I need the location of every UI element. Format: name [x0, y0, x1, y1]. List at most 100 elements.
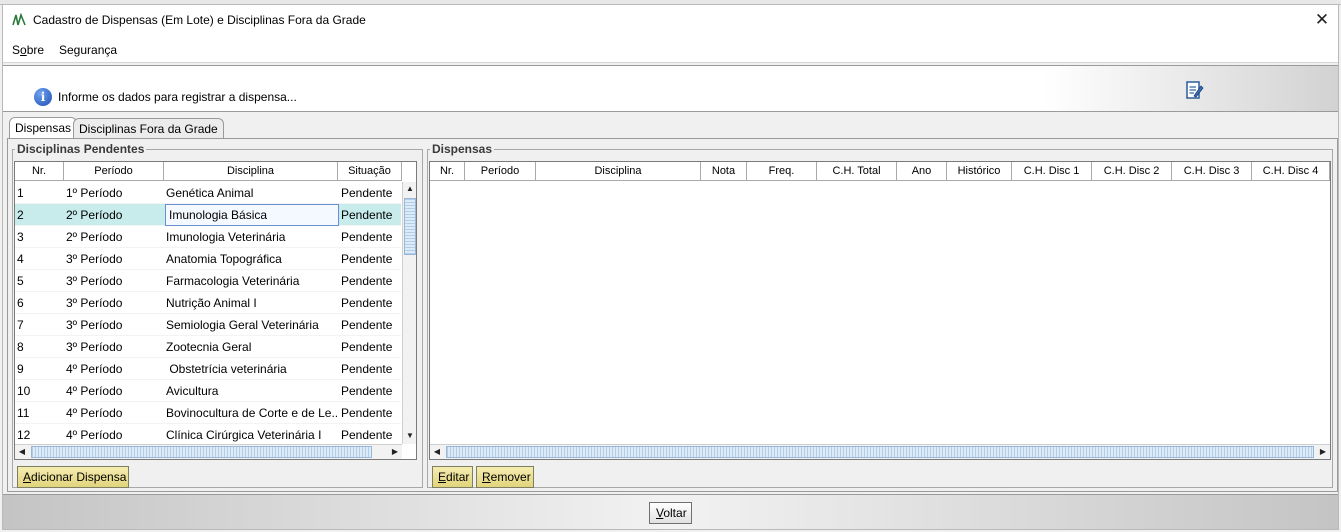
title-bar: Cadastro de Dispensas (Em Lote) e Discip…: [3, 5, 1338, 35]
col-header-ano[interactable]: Ano: [897, 162, 947, 181]
col-header-historico[interactable]: Histórico: [947, 162, 1012, 181]
group-title-dispensas: Dispensas: [430, 142, 495, 156]
info-icon: i: [34, 88, 52, 106]
table-row[interactable]: 9 4º Período Obstetrícia veterinária Pen…: [15, 358, 401, 380]
table-row[interactable]: 12 4º Período Clínica Cirúrgica Veteriná…: [15, 424, 401, 446]
cell-disciplina: Bovinocultura de Corte e de Le...: [166, 406, 337, 420]
cell-periodo: 2º Período: [66, 230, 123, 244]
group-disciplinas-pendentes: Disciplinas Pendentes Nr. Período Discip…: [12, 142, 423, 488]
cell-disciplina: Avicultura: [166, 384, 219, 398]
cell-periodo: 4º Período: [66, 428, 123, 442]
scroll-right-arrow-icon[interactable]: ▶: [388, 445, 402, 459]
banner-message: Informe os dados para registrar a dispen…: [58, 90, 297, 104]
cell-nr: 2: [17, 208, 24, 222]
tab-disciplinas-fora-da-grade[interactable]: Disciplinas Fora da Grade: [73, 118, 224, 139]
cell-situacao: Pendente: [341, 296, 393, 310]
col-header-periodo[interactable]: Período: [64, 162, 164, 181]
horizontal-scroll-thumb[interactable]: [31, 446, 372, 458]
cell-situacao: Pendente: [341, 318, 393, 332]
cell-periodo: 1º Período: [66, 186, 123, 200]
editar-button[interactable]: Editar: [432, 466, 473, 488]
scroll-right-arrow-icon[interactable]: ▶: [1316, 445, 1330, 459]
cell-nr: 8: [17, 340, 24, 354]
col-header-periodo[interactable]: Período: [465, 162, 536, 181]
tab-dispensas[interactable]: Dispensas: [9, 117, 78, 139]
pendentes-horizontal-scrollbar[interactable]: ◀ ▶: [15, 444, 402, 459]
col-header-ch-disc-1[interactable]: C.H. Disc 1: [1012, 162, 1092, 181]
group-title-pendentes: Disciplinas Pendentes: [15, 142, 147, 156]
col-header-situacao[interactable]: Situação: [338, 162, 402, 181]
adicionar-dispensa-button[interactable]: Adicionar Dispensa: [17, 466, 129, 488]
cell-disciplina: Nutrição Animal I: [166, 296, 257, 310]
table-row[interactable]: 7 3º Período Semiologia Geral Veterinári…: [15, 314, 401, 336]
remover-button[interactable]: Remover: [476, 466, 534, 488]
col-header-disciplina[interactable]: Disciplina: [164, 162, 338, 181]
cell-periodo: 3º Período: [66, 340, 123, 354]
table-row[interactable]: 1 1º Período Genética Animal Pendente: [15, 182, 401, 204]
cell-disciplina-focused[interactable]: Imunologia Básica: [165, 204, 339, 226]
cell-nr: 1: [17, 186, 24, 200]
col-header-ch-disc-2[interactable]: C.H. Disc 2: [1092, 162, 1172, 181]
cell-periodo: 3º Período: [66, 296, 123, 310]
cell-disciplina: Farmacologia Veterinária: [166, 274, 300, 288]
cell-situacao: Pendente: [341, 252, 393, 266]
table-row[interactable]: 8 3º Período Zootecnia Geral Pendente: [15, 336, 401, 358]
table-row[interactable]: 5 3º Período Farmacologia Veterinária Pe…: [15, 270, 401, 292]
cell-disciplina: Obstetrícia veterinária: [166, 362, 287, 376]
scroll-left-arrow-icon[interactable]: ◀: [15, 445, 29, 459]
vertical-scroll-thumb[interactable]: [404, 198, 416, 255]
cell-periodo: 3º Período: [66, 318, 123, 332]
horizontal-scroll-thumb[interactable]: [446, 446, 1314, 458]
cell-disciplina: Clínica Cirúrgica Veterinária I: [166, 428, 322, 442]
cell-situacao: Pendente: [341, 274, 393, 288]
cell-situacao: Pendente: [341, 362, 393, 376]
tab-panel-dispensas: Disciplinas Pendentes Nr. Período Discip…: [7, 138, 1338, 492]
col-header-nr[interactable]: Nr.: [15, 162, 64, 181]
scroll-down-arrow-icon[interactable]: ▼: [403, 429, 416, 443]
cell-disciplina: Anatomia Topográfica: [166, 252, 282, 266]
cell-periodo: 3º Período: [66, 252, 123, 266]
menu-seguranca[interactable]: Segurança: [59, 43, 117, 57]
cell-situacao: Pendente: [341, 208, 393, 222]
window-title: Cadastro de Dispensas (Em Lote) e Discip…: [33, 13, 366, 27]
close-icon[interactable]: ✕: [1310, 8, 1334, 32]
col-header-ch-total[interactable]: C.H. Total: [817, 162, 897, 181]
cell-nr: 6: [17, 296, 24, 310]
cell-disciplina: Semiologia Geral Veterinária: [166, 318, 319, 332]
table-row[interactable]: 3 2º Período Imunologia Veterinária Pend…: [15, 226, 401, 248]
col-header-ch-disc-4[interactable]: C.H. Disc 4: [1252, 162, 1330, 181]
table-row[interactable]: 6 3º Período Nutrição Animal I Pendente: [15, 292, 401, 314]
table-row[interactable]: 11 4º Período Bovinocultura de Corte e d…: [15, 402, 401, 424]
scroll-left-arrow-icon[interactable]: ◀: [430, 445, 444, 459]
cell-nr: 9: [17, 362, 24, 376]
dispensas-horizontal-scrollbar[interactable]: ◀ ▶: [430, 444, 1330, 459]
cell-situacao: Pendente: [341, 230, 393, 244]
cell-situacao: Pendente: [341, 406, 393, 420]
pendentes-table[interactable]: Nr. Período Disciplina Situação 1 1º Per…: [14, 161, 417, 460]
voltar-button[interactable]: Voltar: [649, 502, 692, 524]
dialog-window: Cadastro de Dispensas (Em Lote) e Discip…: [2, 4, 1339, 530]
menu-sobre[interactable]: Sobre: [12, 43, 44, 57]
cell-situacao: Pendente: [341, 186, 393, 200]
table-row[interactable]: 10 4º Período Avicultura Pendente: [15, 380, 401, 402]
col-header-nota[interactable]: Nota: [701, 162, 747, 181]
table-row[interactable]: 4 3º Período Anatomia Topográfica Penden…: [15, 248, 401, 270]
col-header-ch-disc-3[interactable]: C.H. Disc 3: [1172, 162, 1252, 181]
cell-nr: 7: [17, 318, 24, 332]
cell-disciplina: Zootecnia Geral: [166, 340, 252, 354]
cell-nr: 11: [17, 406, 30, 420]
scroll-up-arrow-icon[interactable]: ▲: [403, 182, 416, 196]
table-row-selected[interactable]: 2 2º Período Imunologia Básica Pendente: [15, 204, 401, 226]
cell-nr: 4: [17, 252, 24, 266]
cell-periodo: 4º Período: [66, 384, 123, 398]
col-header-freq[interactable]: Freq.: [747, 162, 817, 181]
cell-nr: 3: [17, 230, 24, 244]
menu-bar: Sobre Segurança: [3, 35, 1338, 63]
cell-situacao: Pendente: [341, 384, 393, 398]
cell-nr: 12: [17, 428, 31, 442]
dispensas-table[interactable]: Nr. Período Disciplina Nota Freq. C.H. T…: [429, 161, 1331, 460]
pendentes-vertical-scrollbar[interactable]: ▲ ▼: [402, 182, 416, 444]
col-header-disciplina[interactable]: Disciplina: [536, 162, 701, 181]
edit-document-icon: [1186, 81, 1204, 99]
col-header-nr[interactable]: Nr.: [430, 162, 465, 181]
